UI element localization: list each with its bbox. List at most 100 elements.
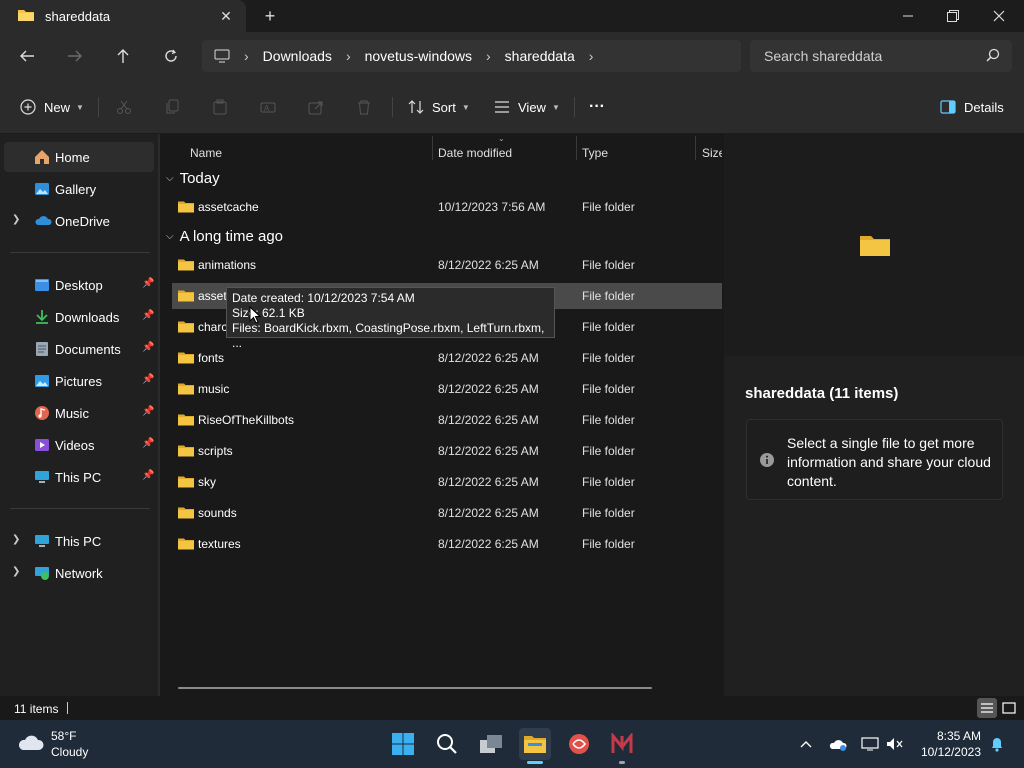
horizontal-scrollbar[interactable] xyxy=(178,687,652,689)
file-row[interactable]: music 8/12/2022 6:25 AM File folder xyxy=(172,376,722,402)
sidebar-item-music[interactable]: Music 📌 xyxy=(4,398,154,428)
sidebar-item-videos[interactable]: Videos 📌 xyxy=(4,430,154,460)
new-button[interactable]: New ▼ xyxy=(20,95,84,119)
address-row: › Downloads › novetus-windows › sharedda… xyxy=(0,32,1024,80)
pin-icon[interactable]: 📌 xyxy=(142,342,154,353)
back-button[interactable] xyxy=(13,44,41,68)
close-window-button[interactable] xyxy=(976,0,1022,32)
app-taskbar-button[interactable] xyxy=(563,728,595,760)
search-icon[interactable] xyxy=(986,48,1000,65)
details-view-button[interactable] xyxy=(977,698,997,718)
cloudy-weather-icon[interactable] xyxy=(17,732,45,755)
arrow-up-icon xyxy=(117,49,129,63)
share-button[interactable] xyxy=(308,95,324,119)
folder-icon xyxy=(860,234,890,259)
novetus-taskbar-button[interactable] xyxy=(606,728,638,760)
folder-icon xyxy=(178,289,194,305)
sort-button[interactable]: Sort ▼ xyxy=(408,95,470,119)
network-tray-icon[interactable] xyxy=(860,734,880,754)
notification-bell-icon[interactable] xyxy=(987,734,1007,754)
file-row[interactable]: sky 8/12/2022 6:25 AM File folder xyxy=(172,469,722,495)
chevron-right-icon[interactable]: › xyxy=(346,48,351,64)
column-header-date[interactable]: Date modified xyxy=(438,140,574,166)
new-tab-button[interactable]: + xyxy=(258,4,282,28)
sidebar-item-desktop[interactable]: Desktop 📌 xyxy=(4,270,154,300)
paste-button[interactable] xyxy=(212,95,228,119)
column-header-type[interactable]: Type xyxy=(582,140,692,166)
details-button[interactable]: Details xyxy=(940,95,1004,119)
weather-temperature[interactable]: 58°F xyxy=(51,729,76,743)
close-tab-icon[interactable]: ✕ xyxy=(218,8,234,24)
start-button[interactable] xyxy=(387,728,419,760)
minimize-button[interactable] xyxy=(885,0,931,32)
file-row[interactable]: assetcache 10/12/2023 7:56 AM File folde… xyxy=(172,194,722,220)
chevron-right-icon[interactable]: ❯ xyxy=(12,566,20,577)
pin-icon[interactable]: 📌 xyxy=(142,438,154,449)
task-view-button[interactable] xyxy=(475,728,507,760)
sidebar-item-network[interactable]: ❯ Network xyxy=(4,558,154,588)
new-label: New xyxy=(44,99,71,115)
pin-icon[interactable]: 📌 xyxy=(142,406,154,417)
file-row[interactable]: sounds 8/12/2022 6:25 AM File folder xyxy=(172,500,722,526)
column-header-name[interactable]: Name xyxy=(190,140,430,166)
pin-icon[interactable]: 📌 xyxy=(142,278,154,289)
chevron-up-icon[interactable] xyxy=(796,734,816,754)
copy-button[interactable] xyxy=(164,95,180,119)
weather-description[interactable]: Cloudy xyxy=(51,745,88,759)
onedrive-tray-icon[interactable] xyxy=(828,734,848,754)
sidebar-item-documents[interactable]: Documents 📌 xyxy=(4,334,154,364)
chevron-down-icon[interactable]: ⌵ xyxy=(166,231,174,242)
sidebar-item-this-pc[interactable]: ❯ This PC xyxy=(4,526,154,556)
address-bar[interactable]: › Downloads › novetus-windows › sharedda… xyxy=(202,40,741,72)
sidebar-item-this-pc-pinned[interactable]: This PC 📌 xyxy=(4,462,154,492)
pin-icon[interactable]: 📌 xyxy=(142,470,154,481)
details-info-card: Select a single file to get more informa… xyxy=(746,419,1003,500)
tab-shareddata[interactable]: shareddata ✕ xyxy=(0,0,246,32)
chevron-right-icon[interactable]: › xyxy=(486,48,491,64)
breadcrumb-shareddata[interactable]: shareddata xyxy=(505,48,575,64)
tiles-view-button[interactable] xyxy=(999,698,1019,718)
clock-time[interactable]: 8:35 AM xyxy=(935,729,981,743)
sidebar-item-downloads[interactable]: Downloads 📌 xyxy=(4,302,154,332)
sidebar-item-gallery[interactable]: Gallery xyxy=(4,174,154,204)
search-input[interactable]: Search shareddata xyxy=(750,40,1012,72)
chevron-right-icon[interactable]: ❯ xyxy=(12,534,20,545)
cut-button[interactable] xyxy=(116,95,132,119)
view-button[interactable]: View ▼ xyxy=(494,95,560,119)
column-separator[interactable] xyxy=(695,136,696,160)
file-row[interactable]: textures 8/12/2022 6:25 AM File folder xyxy=(172,531,722,557)
sidebar-item-onedrive[interactable]: ❯ OneDrive xyxy=(4,206,154,236)
pin-icon[interactable]: 📌 xyxy=(142,374,154,385)
sidebar-item-home[interactable]: Home xyxy=(4,142,154,172)
file-row[interactable]: scripts 8/12/2022 6:25 AM File folder xyxy=(172,438,722,464)
documents-icon xyxy=(34,341,50,360)
delete-button[interactable] xyxy=(356,95,372,119)
chevron-right-icon[interactable]: ❯ xyxy=(12,214,20,225)
clock-date[interactable]: 10/12/2023 xyxy=(914,745,981,759)
file-row[interactable]: animations 8/12/2022 6:25 AM File folder xyxy=(172,252,722,278)
chevron-down-icon[interactable]: ⌵ xyxy=(166,173,174,184)
rename-button[interactable]: A xyxy=(260,95,276,119)
forward-button[interactable] xyxy=(61,44,89,68)
file-row[interactable]: RiseOfTheKillbots 8/12/2022 6:25 AM File… xyxy=(172,407,722,433)
column-separator[interactable] xyxy=(432,136,433,160)
search-button[interactable] xyxy=(431,728,463,760)
column-separator[interactable] xyxy=(576,136,577,160)
folder-icon xyxy=(178,444,194,460)
chevron-right-icon[interactable]: › xyxy=(589,48,594,64)
breadcrumb-novetus-windows[interactable]: novetus-windows xyxy=(365,48,472,64)
pin-icon[interactable]: 📌 xyxy=(142,310,154,321)
volume-muted-icon[interactable] xyxy=(885,734,905,754)
up-button[interactable] xyxy=(109,44,137,68)
group-header-today[interactable]: ⌵ Today xyxy=(166,166,220,190)
chevron-right-icon[interactable]: › xyxy=(244,48,249,64)
breadcrumb-downloads[interactable]: Downloads xyxy=(263,48,332,64)
file-explorer-taskbar-button[interactable] xyxy=(519,728,551,760)
refresh-button[interactable] xyxy=(157,44,185,68)
column-header-size[interactable]: Size xyxy=(702,140,722,166)
group-header-long-ago[interactable]: ⌵ A long time ago xyxy=(166,224,283,248)
restore-button[interactable] xyxy=(930,0,976,32)
this-pc-icon[interactable] xyxy=(214,49,230,63)
more-options-button[interactable]: ··· xyxy=(589,95,605,119)
sidebar-item-pictures[interactable]: Pictures 📌 xyxy=(4,366,154,396)
